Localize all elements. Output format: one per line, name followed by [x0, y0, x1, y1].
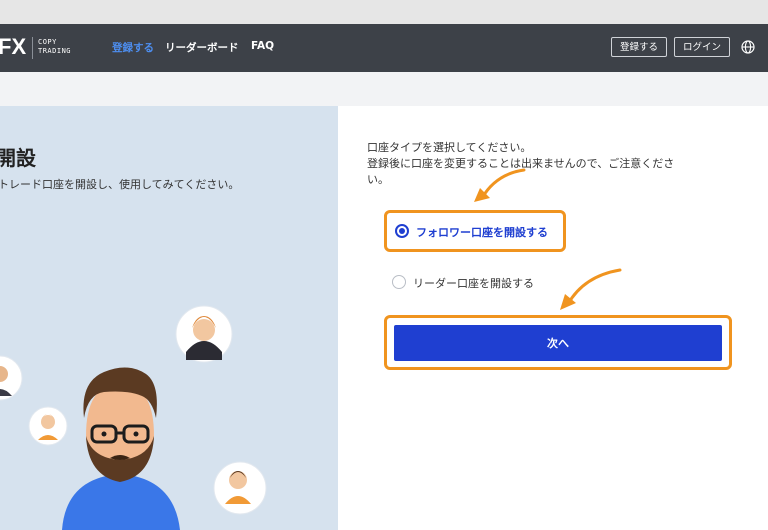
- register-button[interactable]: 登録する: [611, 37, 667, 57]
- sub-header-strip: [0, 72, 768, 106]
- logo-subtitle-line1: COPY: [38, 38, 57, 46]
- nav-faq[interactable]: FAQ: [251, 40, 274, 52]
- logo-divider: [32, 37, 33, 59]
- follower-account-option[interactable]: フォロワー口座を開設する: [384, 210, 566, 252]
- globe-icon[interactable]: [740, 39, 756, 55]
- arrow-pointer-2-icon: [560, 268, 622, 310]
- avatar-bubble-woman: [175, 305, 233, 363]
- next-button-highlight: 次へ: [384, 315, 732, 370]
- instruction-line-2: 登録後に口座を変更することは出来ませんので、ご注意くださ: [367, 157, 675, 170]
- avatar-bubble-child: [28, 406, 68, 446]
- nav-register[interactable]: 登録する: [112, 40, 154, 55]
- top-navigation-bar: FX COPY TRADING 登録する リーダーボード FAQ 登録する ログ…: [0, 24, 768, 72]
- instruction-line-1: 口座タイプを選択してください。: [367, 141, 532, 154]
- account-type-form: 口座タイプを選択してください。 登録後に口座を変更することは出来ませんので、ご注…: [338, 106, 768, 530]
- logo-subtitle-line2: TRADING: [38, 47, 72, 55]
- next-button[interactable]: 次へ: [394, 325, 722, 361]
- login-button[interactable]: ログイン: [674, 37, 730, 57]
- bearded-man-character: [62, 367, 180, 530]
- arrow-pointer-1-icon: [474, 168, 526, 202]
- left-promo-panel: 開設 トレード口座を開設し、使用してみてください。: [0, 106, 338, 530]
- logo-subtitle: COPY TRADING: [38, 38, 71, 56]
- avatar-bubble-man: [213, 461, 267, 515]
- instruction-text: 口座タイプを選択してください。 登録後に口座を変更することは出来ませんので、ご注…: [367, 140, 727, 188]
- follower-option-label: フォロワー口座を開設する: [416, 226, 548, 239]
- nav-leaderboard[interactable]: リーダーボード: [165, 40, 239, 55]
- radio-follower-selected[interactable]: [395, 224, 409, 238]
- leader-option-label: リーダー口座を開設する: [413, 277, 534, 290]
- logo[interactable]: FX: [0, 34, 26, 60]
- avatar-bubble-left: [0, 355, 23, 401]
- radio-leader-unselected[interactable]: [392, 275, 406, 289]
- instruction-line-3: い。: [367, 173, 389, 186]
- character-illustration: [0, 305, 267, 530]
